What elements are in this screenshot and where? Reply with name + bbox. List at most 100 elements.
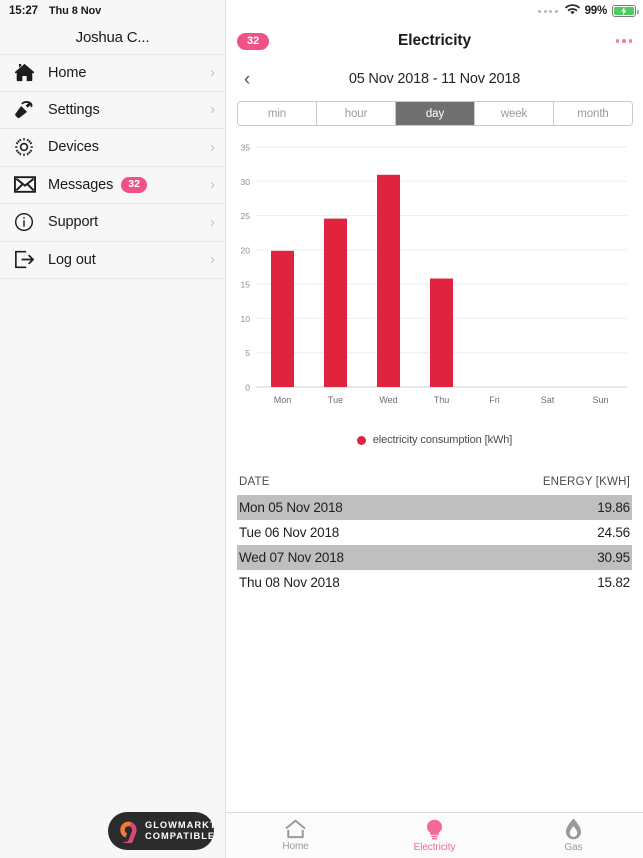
table-cell-date: Thu 08 Nov 2018 (239, 575, 340, 590)
svg-text:15: 15 (241, 280, 251, 290)
svg-text:5: 5 (245, 348, 250, 358)
consumption-bar-chart: 0 5 10 15 20 25 30 35 Mon Tue Wed Thu Fri Sat Sun (226, 137, 643, 432)
table-header-row: DATE ENERGY [KWH] (237, 476, 632, 495)
header-message-badge[interactable]: 32 (237, 32, 270, 50)
legend-label: electricity consumption [kWh] (372, 434, 513, 446)
tab-label: Electricity (413, 841, 456, 853)
house-icon (14, 62, 40, 84)
info-circle-icon (14, 211, 40, 233)
sidebar-item-home[interactable]: Home › (0, 54, 225, 92)
period-option-hour[interactable]: hour (317, 102, 396, 125)
table-column-date: DATE (239, 476, 270, 488)
glowmarkt-badge-line1: GLOWMARKT (145, 819, 217, 830)
wifi-icon (564, 2, 580, 20)
chevron-right-icon: › (210, 101, 215, 119)
page-title: Electricity (398, 32, 471, 49)
page-header: 32 Electricity (226, 22, 643, 60)
sidebar-item-devices[interactable]: Devices › (0, 129, 225, 167)
chevron-right-icon: › (210, 64, 215, 82)
sidebar-item-label: Support (48, 214, 99, 231)
sidebar-item-logout[interactable]: Log out › (0, 241, 225, 279)
table-cell-energy: 30.95 (597, 550, 630, 565)
envelope-icon (14, 174, 40, 196)
table-row[interactable]: Wed 07 Nov 2018 30.95 (237, 545, 632, 570)
tab-home[interactable]: Home (226, 819, 365, 852)
app-root: 15:27 Thu 8 Nov Joshua C... Home › Setti… (0, 0, 643, 858)
kebab-menu-icon[interactable] (615, 39, 632, 43)
main-panel: 99% 32 Electricity ‹ 05 Nov 2018 - 11 No… (226, 0, 643, 858)
sidebar-item-label: Devices (48, 139, 99, 156)
sidebar-item-label: Messages (48, 176, 114, 193)
period-option-week[interactable]: week (475, 102, 554, 125)
glowmarkt-compatible-badge: GLOWMARKT COMPATIBLE (108, 812, 217, 850)
hammer-icon (14, 99, 40, 121)
gear-icon (14, 136, 40, 158)
chart-legend: electricity consumption [kWh] (226, 434, 643, 446)
chevron-left-icon[interactable]: ‹ (244, 70, 264, 89)
status-bar-left: 15:27 Thu 8 Nov (0, 0, 225, 22)
period-selector[interactable]: min hour day week month (237, 101, 633, 126)
sidebar-nav-list: Home › Settings › Devices › Messages 32 … (0, 54, 225, 279)
glowmarkt-g-logo (117, 819, 138, 847)
glowmarkt-badge-line2: COMPATIBLE (145, 830, 216, 841)
house-outline-icon (284, 819, 307, 839)
glowmarkt-badge-text: GLOWMARKT COMPATIBLE (145, 819, 217, 842)
period-option-min[interactable]: min (238, 102, 317, 125)
svg-text:Thu: Thu (434, 395, 450, 405)
period-option-day[interactable]: day (396, 102, 475, 125)
tab-gas[interactable]: Gas (504, 818, 643, 853)
signal-dots-icon (538, 9, 558, 13)
table-row[interactable]: Tue 06 Nov 2018 24.56 (237, 520, 632, 545)
messages-count-badge: 32 (121, 176, 147, 193)
flame-icon (565, 818, 582, 840)
chevron-right-icon: › (210, 251, 215, 269)
table-cell-date: Wed 07 Nov 2018 (239, 550, 344, 565)
chevron-right-icon: › (210, 176, 215, 194)
legend-color-swatch (356, 435, 366, 445)
sidebar-item-support[interactable]: Support › (0, 204, 225, 242)
bar-chart-svg: 0 5 10 15 20 25 30 35 Mon Tue Wed Thu Fri Sat Sun (241, 143, 627, 405)
tab-label: Gas (564, 842, 583, 853)
svg-text:Fri: Fri (489, 395, 500, 405)
table-cell-energy: 15.82 (597, 575, 630, 590)
logout-icon (14, 249, 40, 271)
svg-text:Sun: Sun (592, 395, 608, 405)
status-bar-right: 99% (226, 0, 643, 22)
table-cell-date: Mon 05 Nov 2018 (239, 500, 343, 515)
bottom-tab-bar: Home Electricity Gas (226, 812, 643, 858)
consumption-table: DATE ENERGY [KWH] Mon 05 Nov 2018 19.86 … (237, 476, 632, 595)
svg-text:20: 20 (241, 245, 251, 255)
chevron-right-icon: › (210, 138, 215, 156)
table-cell-energy: 19.86 (597, 500, 630, 515)
account-name: Joshua C... (75, 28, 150, 46)
date-range-label: 05 Nov 2018 - 11 Nov 2018 (348, 71, 521, 87)
sidebar-item-messages[interactable]: Messages 32 › (0, 166, 225, 204)
battery-charging-icon (612, 5, 639, 17)
table-cell-date: Tue 06 Nov 2018 (239, 525, 340, 540)
svg-text:Wed: Wed (379, 395, 397, 405)
status-bar-date: Thu 8 Nov (48, 5, 102, 17)
sidebar-item-settings[interactable]: Settings › (0, 91, 225, 129)
svg-text:30: 30 (241, 177, 251, 187)
svg-text:35: 35 (241, 143, 251, 153)
tab-label: Home (282, 841, 309, 852)
battery-percent-label: 99% (584, 5, 608, 17)
svg-text:0: 0 (245, 383, 250, 393)
sidebar: 15:27 Thu 8 Nov Joshua C... Home › Setti… (0, 0, 226, 858)
chevron-right-icon: › (210, 213, 215, 231)
table-row[interactable]: Thu 08 Nov 2018 15.82 (237, 570, 632, 595)
svg-text:Mon: Mon (274, 395, 292, 405)
table-row[interactable]: Mon 05 Nov 2018 19.86 (237, 495, 632, 520)
svg-text:Sat: Sat (541, 395, 555, 405)
table-cell-energy: 24.56 (597, 525, 630, 540)
tab-electricity[interactable]: Electricity (365, 819, 504, 853)
lightbulb-icon (425, 819, 444, 840)
svg-text:10: 10 (241, 314, 251, 324)
sidebar-item-label: Log out (48, 251, 96, 268)
status-bar-time: 15:27 (9, 5, 38, 17)
svg-text:25: 25 (241, 211, 251, 221)
date-navigation: ‹ 05 Nov 2018 - 11 Nov 2018 (226, 60, 643, 98)
period-option-month[interactable]: month (554, 102, 632, 125)
sidebar-item-label: Home (48, 64, 87, 81)
svg-text:Tue: Tue (328, 395, 343, 405)
